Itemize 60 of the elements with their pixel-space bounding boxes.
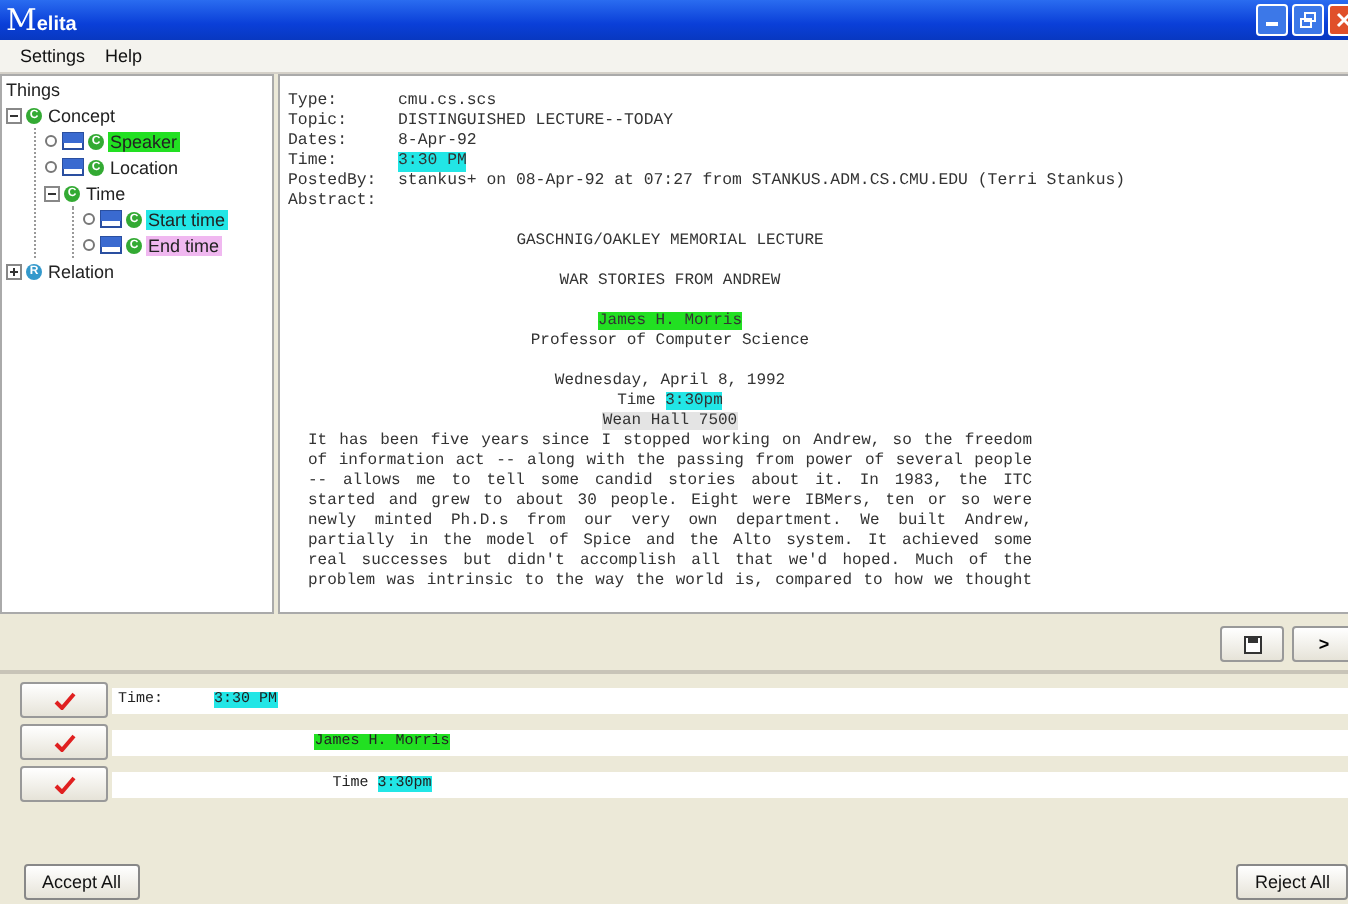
document-text: -- allows me to tell some candid stories about it. In 1983, the ITC <box>308 472 1032 490</box>
document-text: real successes but didn't accomplish all that we'd hoped. Much of the <box>308 552 1032 570</box>
window-icon <box>100 236 122 254</box>
document-text: started and grew to about 30 people. Eight were IBMers, ten or so were <box>308 492 1032 510</box>
accept-button[interactable] <box>20 682 108 718</box>
check-icon <box>53 691 75 709</box>
menu-item[interactable]: Settings <box>20 46 86 66</box>
tree-item[interactable]: Location <box>108 157 181 177</box>
save-icon <box>1243 635 1261 653</box>
minimize-button[interactable] <box>1256 4 1288 36</box>
document-text: of information act -- along with the passing from power of several people <box>308 452 1032 470</box>
highlighted-text: 3:30pm <box>665 392 723 410</box>
tree-item[interactable]: Time <box>84 183 128 203</box>
check-icon <box>53 733 75 751</box>
field-value: stankus+ on 08-Apr-92 at 07:27 from STANKUS.ADM.CS.CMU.EDU (Terri Stankus) <box>398 172 1126 192</box>
collapse-icon[interactable] <box>6 107 22 123</box>
reject-all-button[interactable]: Reject All <box>1236 864 1348 900</box>
expand-icon[interactable] <box>6 263 22 279</box>
field-label: Abstract: <box>288 192 379 212</box>
highlighted-text: James H. Morris <box>597 312 742 330</box>
close-icon <box>1336 12 1348 28</box>
field-value: 3:30 PM <box>398 152 467 172</box>
document-text: It has been five years since I stopped working on Andrew, so the freedom <box>308 432 1032 450</box>
field-label: Time: <box>288 152 340 172</box>
tree-root[interactable]: Things <box>6 80 272 100</box>
restore-icon <box>1300 12 1316 28</box>
collapse-icon[interactable] <box>44 185 60 201</box>
field-value: cmu.cs.scs <box>398 92 497 112</box>
field-label: Topic: <box>288 112 349 132</box>
field-label: Type: <box>288 92 340 112</box>
field-value: 8-Apr-92 <box>398 132 477 152</box>
document-text: partially in the model of Spice and the Alto system. It achieved some <box>308 532 1032 550</box>
next-button[interactable]: > <box>1292 626 1348 662</box>
window-icon <box>100 210 122 228</box>
restore-button[interactable] <box>1292 4 1324 36</box>
document-text: Professor of Computer Science <box>530 332 810 350</box>
field-label: PostedBy: <box>288 172 379 192</box>
check-icon <box>53 775 75 793</box>
tree-item[interactable]: Speaker <box>108 131 180 151</box>
window-title: Melita <box>6 2 77 38</box>
menu-item[interactable]: Help <box>105 46 143 66</box>
accept-all-button[interactable]: Accept All <box>24 864 140 900</box>
tree-item[interactable]: Relation <box>46 261 117 281</box>
tree-item[interactable]: Start time <box>146 209 228 229</box>
accept-button[interactable] <box>20 766 108 802</box>
document-text: GASCHNIG/OAKLEY MEMORIAL LECTURE <box>516 232 824 250</box>
document-text: WAR STORIES FROM ANDREW <box>559 272 781 290</box>
accept-button[interactable] <box>20 724 108 760</box>
document-text: problem was intrinsic to the way the world is, compared to how we thought <box>308 572 1032 590</box>
tree-item[interactable]: Concept <box>46 105 118 125</box>
window-icon <box>62 132 84 150</box>
field-label: Dates: <box>288 132 349 152</box>
save-button[interactable] <box>1220 626 1284 662</box>
document-text: newly minted Ph.D.s from our very own department. We built Andrew, <box>308 512 1032 530</box>
tree-item[interactable]: End time <box>146 235 222 255</box>
highlighted-text: Wean Hall 7500 <box>602 412 738 430</box>
window-icon <box>62 158 84 176</box>
document-text: Wednesday, April 8, 1992 <box>554 372 786 390</box>
field-value: DISTINGUISHED LECTURE--TODAY <box>398 112 674 132</box>
document-text: Time <box>617 392 658 410</box>
